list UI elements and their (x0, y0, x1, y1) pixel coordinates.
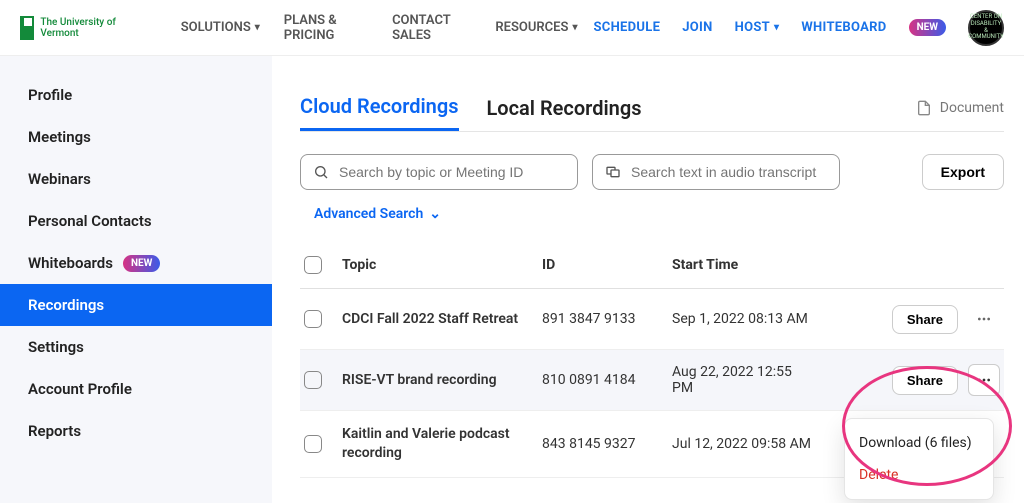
nav-solutions-label: SOLUTIONS (181, 20, 251, 35)
nav-plans-pricing[interactable]: PLANS & PRICING (284, 13, 368, 43)
row-id: 810 0891 4184 (542, 372, 672, 388)
nav-schedule-label: SCHEDULE (593, 20, 660, 35)
nav-solutions[interactable]: SOLUTIONS ▾ (181, 13, 260, 43)
more-button[interactable] (968, 364, 1000, 396)
nav-schedule[interactable]: SCHEDULE (593, 20, 660, 35)
more-button[interactable] (968, 303, 1000, 335)
nav-host[interactable]: HOST ▾ (735, 20, 780, 35)
nav-resources[interactable]: RESOURCES ▾ (495, 13, 577, 43)
row-checkbox[interactable] (304, 310, 322, 328)
table-header: Topic ID Start Time (300, 242, 1004, 289)
caret-down-icon: ▾ (255, 22, 260, 33)
document-label: Document (940, 100, 1004, 116)
sidebar-item-label: Webinars (28, 170, 91, 188)
row-start-time: Sep 1, 2022 08:13 AM (672, 311, 812, 327)
nav-plans-label: PLANS & PRICING (284, 13, 368, 43)
nav-resources-label: RESOURCES (495, 20, 568, 35)
sidebar: Profile Meetings Webinars Personal Conta… (0, 56, 272, 503)
avatar[interactable]: CENTER ON DISABILITY & COMMUNITY (968, 10, 1004, 46)
row-actions: Share (812, 364, 1004, 396)
download-item[interactable]: Download (6 files) (845, 427, 993, 459)
caret-down-icon: ▾ (572, 22, 577, 33)
sidebar-item-label: Account Profile (28, 380, 132, 398)
top-nav: The University of Vermont SOLUTIONS ▾ PL… (0, 0, 1024, 56)
row-start-time: Jul 12, 2022 09:58 AM (672, 436, 812, 452)
share-button[interactable]: Share (892, 305, 958, 334)
new-badge: NEW (909, 19, 946, 36)
delete-item[interactable]: Delete (845, 459, 993, 491)
nav-right-group: SCHEDULE JOIN HOST ▾ WHITEBOARD NEW CENT… (593, 10, 1004, 46)
sidebar-item-label: Reports (28, 422, 81, 440)
tabs-row: Cloud Recordings Local Recordings Docume… (300, 84, 1004, 132)
tab-local-recordings[interactable]: Local Recordings (487, 86, 642, 130)
sidebar-item-label: Profile (28, 86, 72, 104)
share-button[interactable]: Share (892, 366, 958, 395)
nav-left-group: SOLUTIONS ▾ PLANS & PRICING CONTACT SALE… (181, 13, 578, 43)
search-transcript-box[interactable] (592, 154, 840, 190)
chevron-down-icon: ⌄ (429, 206, 441, 222)
col-topic: Topic (342, 257, 542, 273)
search-topic-input[interactable] (339, 164, 565, 180)
row-id: 843 8145 9327 (542, 436, 672, 452)
sidebar-item-settings[interactable]: Settings (0, 326, 272, 368)
caret-down-icon: ▾ (774, 22, 779, 33)
row-topic[interactable]: Kaitlin and Valerie podcast recording (342, 425, 542, 463)
table-row: RISE-VT brand recording 810 0891 4184 Au… (300, 350, 1004, 411)
sidebar-item-profile[interactable]: Profile (0, 74, 272, 116)
sidebar-item-label: Meetings (28, 128, 91, 146)
nav-host-label: HOST (735, 20, 770, 35)
sidebar-item-reports[interactable]: Reports (0, 410, 272, 452)
sidebar-item-label: Whiteboards (28, 254, 113, 272)
select-all-checkbox[interactable] (304, 256, 322, 274)
nav-whiteboard-label: WHITEBOARD (801, 20, 886, 35)
logo[interactable]: The University of Vermont (20, 16, 145, 40)
search-icon (313, 164, 329, 180)
logo-text: The University of Vermont (40, 17, 144, 39)
advanced-search-label: Advanced Search (314, 206, 423, 222)
col-start-time: Start Time (672, 257, 812, 273)
main-content: Cloud Recordings Local Recordings Docume… (272, 56, 1024, 503)
sidebar-item-recordings[interactable]: Recordings (0, 284, 272, 326)
row-checkbox[interactable] (304, 371, 322, 389)
tab-label: Cloud Recordings (300, 94, 459, 118)
more-horizontal-icon (976, 372, 992, 388)
nav-whiteboard[interactable]: WHITEBOARD (801, 20, 886, 35)
sidebar-item-label: Settings (28, 338, 84, 356)
nav-join[interactable]: JOIN (682, 20, 712, 35)
row-start-time: Aug 22, 2022 12:55 PM (672, 364, 812, 396)
nav-contact-sales[interactable]: CONTACT SALES (392, 13, 471, 43)
sidebar-item-account-profile[interactable]: Account Profile (0, 368, 272, 410)
row-topic[interactable]: CDCI Fall 2022 Staff Retreat (342, 310, 542, 329)
transcript-icon (605, 164, 621, 180)
sidebar-item-meetings[interactable]: Meetings (0, 116, 272, 158)
row-id: 891 3847 9133 (542, 311, 672, 327)
more-horizontal-icon (976, 311, 992, 327)
export-button[interactable]: Export (922, 154, 1004, 190)
document-icon (916, 100, 932, 116)
layout: Profile Meetings Webinars Personal Conta… (0, 56, 1024, 503)
tab-label: Local Recordings (487, 96, 642, 120)
sidebar-item-label: Personal Contacts (28, 212, 152, 230)
sidebar-item-whiteboards[interactable]: Whiteboards NEW (0, 242, 272, 284)
more-dropdown: Download (6 files) Delete (844, 418, 994, 500)
new-badge: NEW (123, 255, 160, 272)
row-actions: Share (812, 303, 1004, 335)
tab-cloud-recordings[interactable]: Cloud Recordings (300, 84, 459, 131)
sidebar-item-label: Recordings (28, 296, 104, 314)
avatar-text: CENTER ON DISABILITY & COMMUNITY (968, 14, 1003, 40)
search-transcript-input[interactable] (631, 164, 827, 180)
search-row: Export (300, 154, 1004, 190)
logo-mark-icon (20, 16, 34, 40)
col-id: ID (542, 257, 672, 273)
row-topic[interactable]: RISE-VT brand recording (342, 371, 542, 390)
sidebar-item-webinars[interactable]: Webinars (0, 158, 272, 200)
search-topic-box[interactable] (300, 154, 578, 190)
document-link[interactable]: Document (916, 100, 1004, 116)
table-row: CDCI Fall 2022 Staff Retreat 891 3847 91… (300, 289, 1004, 350)
advanced-search-link[interactable]: Advanced Search ⌄ (314, 206, 441, 222)
row-checkbox[interactable] (304, 435, 322, 453)
sidebar-item-personal-contacts[interactable]: Personal Contacts (0, 200, 272, 242)
nav-join-label: JOIN (682, 20, 712, 35)
nav-contact-label: CONTACT SALES (392, 13, 471, 43)
